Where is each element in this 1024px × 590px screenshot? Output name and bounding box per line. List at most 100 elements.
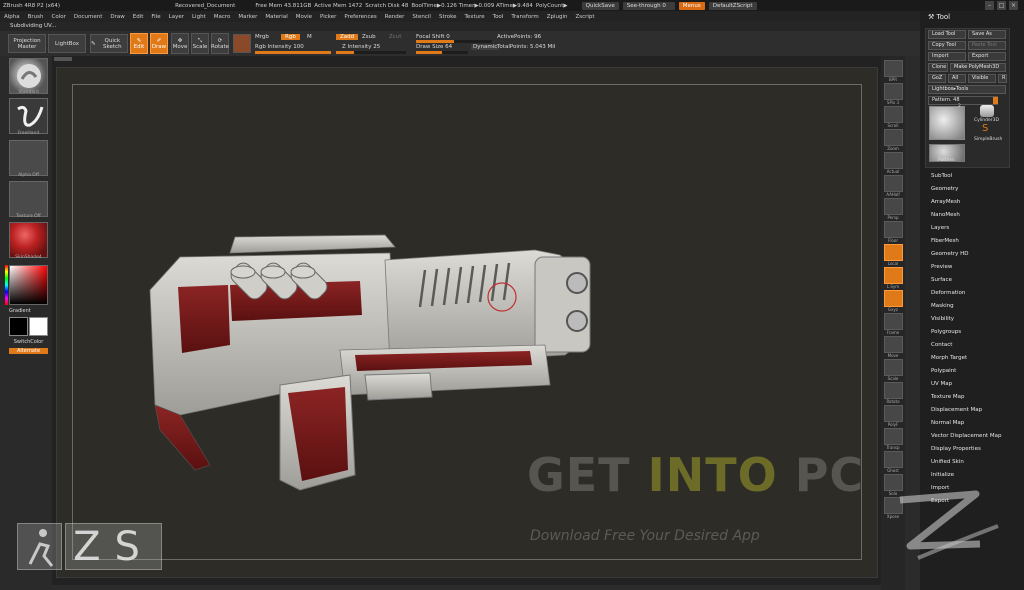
alpha-thumbnail[interactable] [9, 140, 48, 176]
projection-master-button[interactable]: Projection Master [8, 34, 46, 53]
menu-tool[interactable]: Tool [493, 14, 504, 20]
menu-draw[interactable]: Draw [110, 14, 124, 20]
secondary-color-swatch[interactable] [29, 317, 48, 336]
m-button[interactable]: M [307, 34, 312, 40]
hue-strip[interactable] [5, 265, 8, 305]
menu-contact[interactable]: Contact [931, 342, 952, 348]
switchcolor-button[interactable]: SwitchColor [9, 339, 48, 345]
edit-button[interactable]: ✎ Edit [130, 33, 148, 54]
rotate-button[interactable]: ⟳ Rotate [211, 33, 229, 54]
import-button[interactable]: Import [928, 52, 966, 61]
copy-tool-button[interactable]: Copy Tool [928, 41, 966, 50]
menu-polypaint[interactable]: Polypaint [931, 368, 956, 374]
menu-surface[interactable]: Surface [931, 277, 952, 283]
z-intensity-slider[interactable] [336, 51, 406, 54]
menu-display-properties[interactable]: Display Properties [931, 446, 981, 452]
rightshelf-button-polyf[interactable] [884, 405, 903, 422]
close-icon[interactable]: × [1009, 1, 1018, 10]
rightshelf-button-rotate[interactable] [884, 382, 903, 399]
export-button[interactable]: Export [968, 52, 1006, 61]
zadd-button[interactable]: Zadd [336, 34, 359, 40]
menu-movie[interactable]: Movie [296, 14, 312, 20]
paste-tool-button[interactable]: Paste Tool [968, 41, 1006, 50]
menu-displacement-map[interactable]: Displacement Map [931, 407, 982, 413]
lightbox-button[interactable]: LightBox [48, 34, 86, 53]
rightshelf-button-zoom[interactable] [884, 129, 903, 146]
menu-unified-skin[interactable]: Unified Skin [931, 459, 964, 465]
rightshelf-button-ghost[interactable] [884, 451, 903, 468]
menu-geometry[interactable]: Geometry [931, 186, 958, 192]
menu-polygroups[interactable]: Polygroups [931, 329, 961, 335]
material-thumbnail[interactable] [9, 222, 48, 258]
menu-uv-map[interactable]: UV Map [931, 381, 952, 387]
minimize-icon[interactable]: – [985, 1, 994, 10]
zsub-button[interactable]: Zsub [362, 34, 376, 40]
menu-visibility[interactable]: Visibility [931, 316, 954, 322]
rightshelf-button-bpr[interactable] [884, 60, 903, 77]
draw-button[interactable]: ✐ Draw [150, 33, 168, 54]
menu-stroke[interactable]: Stroke [439, 14, 457, 20]
draw-size-slider[interactable] [416, 51, 468, 54]
rightshelf-button-move[interactable] [884, 336, 903, 353]
menu-deformation[interactable]: Deformation [931, 290, 965, 296]
rightshelf-button-actual[interactable] [884, 152, 903, 169]
menu-picker[interactable]: Picker [320, 14, 336, 20]
menu-alpha[interactable]: Alpha [4, 14, 20, 20]
mrgb-button[interactable]: Mrgb [255, 34, 269, 40]
doc-top-scroller[interactable] [54, 57, 72, 61]
lightbox-tools-button[interactable]: Lightbox▸Tools [928, 85, 1006, 94]
menus-toggle[interactable]: Menus [678, 1, 705, 10]
texture-thumbnail[interactable] [9, 181, 48, 217]
focal-shift-slider[interactable] [416, 40, 492, 43]
menu-initialize[interactable]: Initialize [931, 472, 954, 478]
rightshelf-button-transp[interactable] [884, 428, 903, 445]
menu-edit[interactable]: Edit [133, 14, 144, 20]
rightshelf-button-spix-3[interactable] [884, 83, 903, 100]
load-tool-button[interactable]: Load Tool [928, 30, 966, 39]
rightshelf-button-floor[interactable] [884, 221, 903, 238]
alternate-button[interactable]: Alternate [9, 348, 48, 354]
menu-morph-target[interactable]: Morph Target [931, 355, 967, 361]
primary-color-swatch[interactable] [9, 317, 28, 336]
menu-stencil[interactable]: Stencil [412, 14, 431, 20]
menu-light[interactable]: Light [192, 14, 206, 20]
menu-nanomesh[interactable]: NanoMesh [931, 212, 960, 218]
menu-material[interactable]: Material [265, 14, 287, 20]
rgb-intensity-slider[interactable] [255, 51, 331, 54]
maximize-icon[interactable]: □ [997, 1, 1006, 10]
zcut-button[interactable]: Zcut [389, 34, 401, 40]
menu-texture[interactable]: Texture [465, 14, 485, 20]
move-button[interactable]: ✥ Move [171, 33, 189, 54]
color-picker[interactable] [9, 265, 48, 305]
menu-arraymesh[interactable]: ArrayMesh [931, 199, 960, 205]
stroke-thumbnail[interactable] [9, 98, 48, 134]
tool-thumb-pattern[interactable] [929, 106, 965, 140]
rgb-button[interactable]: Rgb [281, 34, 300, 40]
menu-document[interactable]: Document [74, 14, 103, 20]
menu-brush[interactable]: Brush [28, 14, 44, 20]
menu-color[interactable]: Color [52, 14, 66, 20]
rightshelf-button-aahalf[interactable] [884, 175, 903, 192]
r-button[interactable]: R [998, 74, 1007, 83]
save-as-button[interactable]: Save As [968, 30, 1006, 39]
menu-transform[interactable]: Transform [511, 14, 538, 20]
menu-zscript[interactable]: Zscript [575, 14, 594, 20]
scale-button[interactable]: ⤡ Scale [191, 33, 209, 54]
quicksave-button[interactable]: QuickSave [581, 1, 619, 10]
menu-texture-map[interactable]: Texture Map [931, 394, 965, 400]
rightshelf-button-scale[interactable] [884, 359, 903, 376]
rightshelf-button-persp[interactable] [884, 198, 903, 215]
menu-fibermesh[interactable]: FiberMesh [931, 238, 959, 244]
material-swatch[interactable] [233, 34, 251, 53]
brush-thumbnail[interactable] [9, 58, 48, 94]
menu-vector-displacement-map[interactable]: Vector Displacement Map [931, 433, 1001, 439]
menu-subtool[interactable]: SubTool [931, 173, 952, 179]
cylinder-thumb[interactable] [980, 105, 994, 117]
menu-layers[interactable]: Layers [931, 225, 949, 231]
pattern-slider[interactable]: Pattern. 48 [928, 96, 998, 105]
menu-zplugin[interactable]: Zplugin [547, 14, 568, 20]
rightshelf-button-l-sym[interactable] [884, 267, 903, 284]
rightshelf-button-frame[interactable] [884, 313, 903, 330]
default-zscript-button[interactable]: DefaultZScript [708, 1, 757, 10]
menu-macro[interactable]: Macro [214, 14, 231, 20]
